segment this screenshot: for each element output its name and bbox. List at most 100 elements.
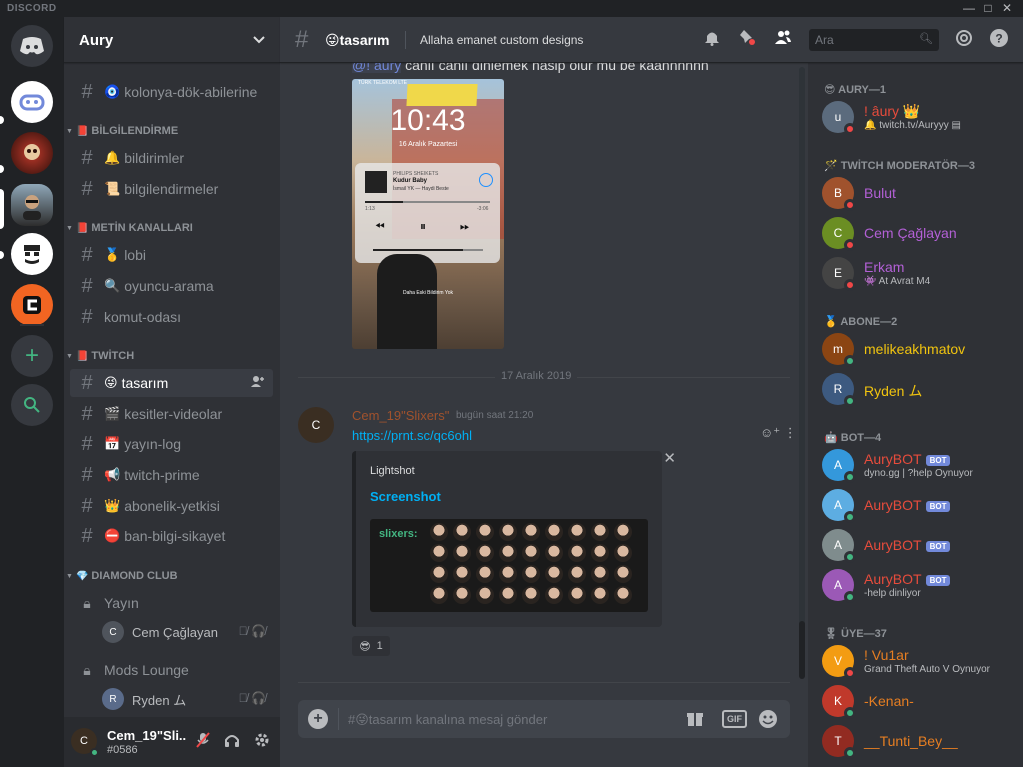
voice-channel-mods-lounge[interactable]: 🔒︎ Mods Lounge <box>70 656 273 684</box>
minimize-button[interactable]: — <box>960 1 978 16</box>
notification-bell-icon[interactable] <box>704 29 720 51</box>
channel-yayin-log[interactable]: # 📅 yayın-log <box>70 430 273 458</box>
channel-sidebar: Aury # 🧿 kolonya-dök-abilerine ▼ 📕 BİLGİLEND… <box>64 17 280 767</box>
sticker-face-icon <box>614 586 632 604</box>
mute-microphone-icon[interactable] <box>196 732 210 752</box>
channel-label: komut-odası <box>104 309 182 325</box>
scrollbar-thumb[interactable] <box>799 621 805 679</box>
close-window-button[interactable]: ✕ <box>998 1 1016 16</box>
member-item[interactable]: T __Tunti_Bey__ <box>822 721 1017 761</box>
channel-ban-bilgi-sikayet[interactable]: # ⛔ ban-bilgi-sikayet <box>70 522 273 550</box>
member-item[interactable]: A AuryBOT BOT <box>822 485 1017 525</box>
channel-tasarim-active[interactable]: # 😜 tasarım <box>70 369 273 397</box>
sticker-face-icon <box>499 544 517 562</box>
member-item[interactable]: K -Kenan- <box>822 681 1017 721</box>
maximize-button[interactable]: □ <box>979 1 997 16</box>
member-name-text: Erkam <box>864 259 905 275</box>
channel-bilgilendirmeler[interactable]: # 📜 bilgilendirmeler <box>70 175 273 203</box>
discover-servers-button[interactable] <box>11 384 53 426</box>
member-item[interactable]: R Ryden ム <box>822 369 1017 409</box>
sticker-face-icon <box>591 586 609 604</box>
remove-embed-close-icon[interactable]: ✕ <box>663 449 676 467</box>
home-button[interactable] <box>11 25 53 67</box>
unread-pill <box>0 251 4 259</box>
message-author[interactable]: Cem_19"Slixers" <box>352 408 449 423</box>
channel-bildirimler[interactable]: # 🔔 bildirimler <box>70 144 273 172</box>
server-icon-4[interactable] <box>11 233 53 275</box>
invite-member-icon[interactable] <box>251 375 265 390</box>
channel-kolonya[interactable]: # 🧿 kolonya-dök-abilerine <box>70 78 273 106</box>
avatar[interactable]: C <box>298 407 334 443</box>
member-group-header: 🥇 ABONE—2 <box>824 315 897 328</box>
discord-window: DISCORD — □ ✕ + Aury # 🧿 kolonya-dök-abi… <box>0 0 1023 767</box>
hash-icon: # <box>81 146 93 169</box>
member-item[interactable]: A AuryBOT BOT <box>822 525 1017 565</box>
message-link[interactable]: https://prnt.sc/qc6ohl <box>352 428 472 443</box>
add-server-button[interactable]: + <box>11 335 53 377</box>
member-item[interactable]: m melikeakhmatov <box>822 329 1017 369</box>
settings-gear-icon[interactable] <box>254 732 270 752</box>
embed-image[interactable]: slixers: <box>370 519 648 612</box>
scrollbar-track[interactable] <box>799 67 805 675</box>
channel-twitch-prime[interactable]: # 📢 twitch-prime <box>70 461 273 489</box>
add-reaction-icon[interactable]: ☺⁺ ⋮ <box>760 425 797 441</box>
gif-picker-button[interactable]: GIF <box>722 710 747 728</box>
headphones-icon[interactable] <box>224 732 240 752</box>
channel-komut-odasi[interactable]: # komut-odası <box>70 303 273 331</box>
member-item[interactable]: A AuryBOT BOT -help dinliyor <box>822 565 1017 605</box>
gift-icon[interactable] <box>686 709 704 732</box>
message-input-placeholder[interactable]: #😜tasarım kanalına mesaj gönder <box>348 712 547 728</box>
sticker-face-icon <box>499 586 517 604</box>
chevron-down-icon: ▼ <box>66 127 73 135</box>
sticker-face-icon <box>545 523 563 541</box>
category-bilgilendirme[interactable]: ▼ 📕 BİLGİLENDİRME <box>66 125 178 137</box>
track-subtitle: İsmail YK — Haydi Beste <box>393 186 449 192</box>
server-icon-1[interactable] <box>11 81 53 123</box>
server-icon-5[interactable] <box>11 284 53 326</box>
server-icon-2[interactable] <box>11 132 53 174</box>
sticker-face-icon <box>453 523 471 541</box>
reaction-chip[interactable]: 😎 1 <box>352 636 390 656</box>
help-icon[interactable]: ? <box>990 29 1008 52</box>
embed-title[interactable]: Screenshot <box>370 489 441 504</box>
channel-emoji: 👑 <box>104 498 121 513</box>
emoji-picker-icon[interactable] <box>758 709 778 734</box>
sticker-face-icon <box>430 586 448 604</box>
member-item[interactable]: u! âury 👑 🔔 twitch.tv/Auryyy ▤ <box>822 97 1017 137</box>
server-icon-3-active[interactable] <box>11 184 53 226</box>
member-list-icon[interactable] <box>774 29 792 50</box>
sticker-face-icon <box>453 586 471 604</box>
user-controls <box>196 732 270 752</box>
channel-kesitler-videolar[interactable]: # 🎬 kesitler-videolar <box>70 400 273 428</box>
member-item[interactable]: B Bulut <box>822 173 1017 213</box>
channel-abonelik-yetkisi[interactable]: # 👑 abonelik-yetkisi <box>70 492 273 520</box>
category-diamond-club[interactable]: ▼ 💎 DIAMOND CLUB <box>66 570 178 582</box>
mentions-icon[interactable] <box>955 29 973 52</box>
voice-user-cem[interactable]: C Cem Çağlayan 🎙̸ 🎧̸ <box>102 619 272 645</box>
member-item[interactable]: A AuryBOT BOT dyno.gg | ?help Oynuyor <box>822 445 1017 485</box>
channel-oyuncu-arama[interactable]: # 🔍 oyuncu-arama <box>70 272 273 300</box>
channel-emoji: 🎬 <box>104 406 121 421</box>
category-twitch[interactable]: ▼ 📕 TWİTCH <box>66 350 134 362</box>
discord-logo-icon <box>20 37 44 55</box>
member-item[interactable]: E Erkam 👾 At Avrat M4 <box>822 253 1017 293</box>
channel-lobi[interactable]: # 🥇 lobi <box>70 241 273 269</box>
phone-screenshot-image[interactable]: TÜRK TELEKOM LTE 10:43 16 Aralık Pazarte… <box>352 79 504 349</box>
category-metin-kanallari[interactable]: ▼ 📕 METİN KANALLARI <box>66 222 193 234</box>
message-composer[interactable]: + #😜tasarım kanalına mesaj gönder GIF <box>298 700 790 738</box>
category-label: TWİTCH <box>91 350 135 362</box>
server-header[interactable]: Aury <box>64 17 280 63</box>
voice-channel-yayin[interactable]: 🔒︎ Yayın <box>70 589 273 617</box>
track-artist: PHILIPS SHEIKETS <box>393 171 439 177</box>
upload-plus-icon[interactable]: + <box>308 709 328 729</box>
voice-user-ryden[interactable]: R Ryden ム 🎙̸ 🎧̸ <box>102 686 272 712</box>
member-item[interactable]: V! Vu1ar Grand Theft Auto V Oynuyor <box>822 641 1017 681</box>
status-indicator <box>844 667 856 679</box>
member-item[interactable]: C Cem Çağlayan <box>822 213 1017 253</box>
member-activity: -help dinliyor <box>864 588 921 599</box>
group-emoji: 🥇 <box>824 316 841 328</box>
pin-icon[interactable] <box>739 29 755 51</box>
search-input[interactable]: Ara 🔍︎ <box>809 29 939 51</box>
channel-label: kesitler-videolar <box>124 406 223 422</box>
sticker-face-icon <box>568 544 586 562</box>
